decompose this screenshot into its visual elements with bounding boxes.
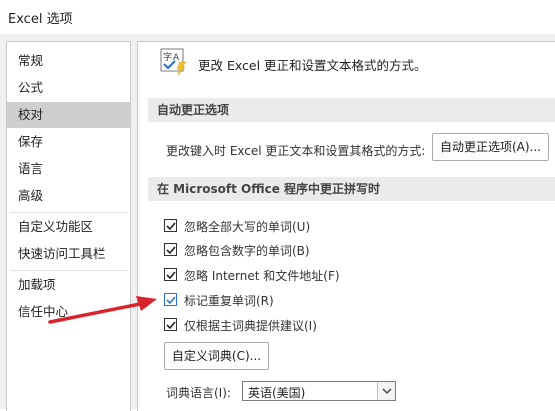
annotation-arrow xyxy=(48,296,157,324)
